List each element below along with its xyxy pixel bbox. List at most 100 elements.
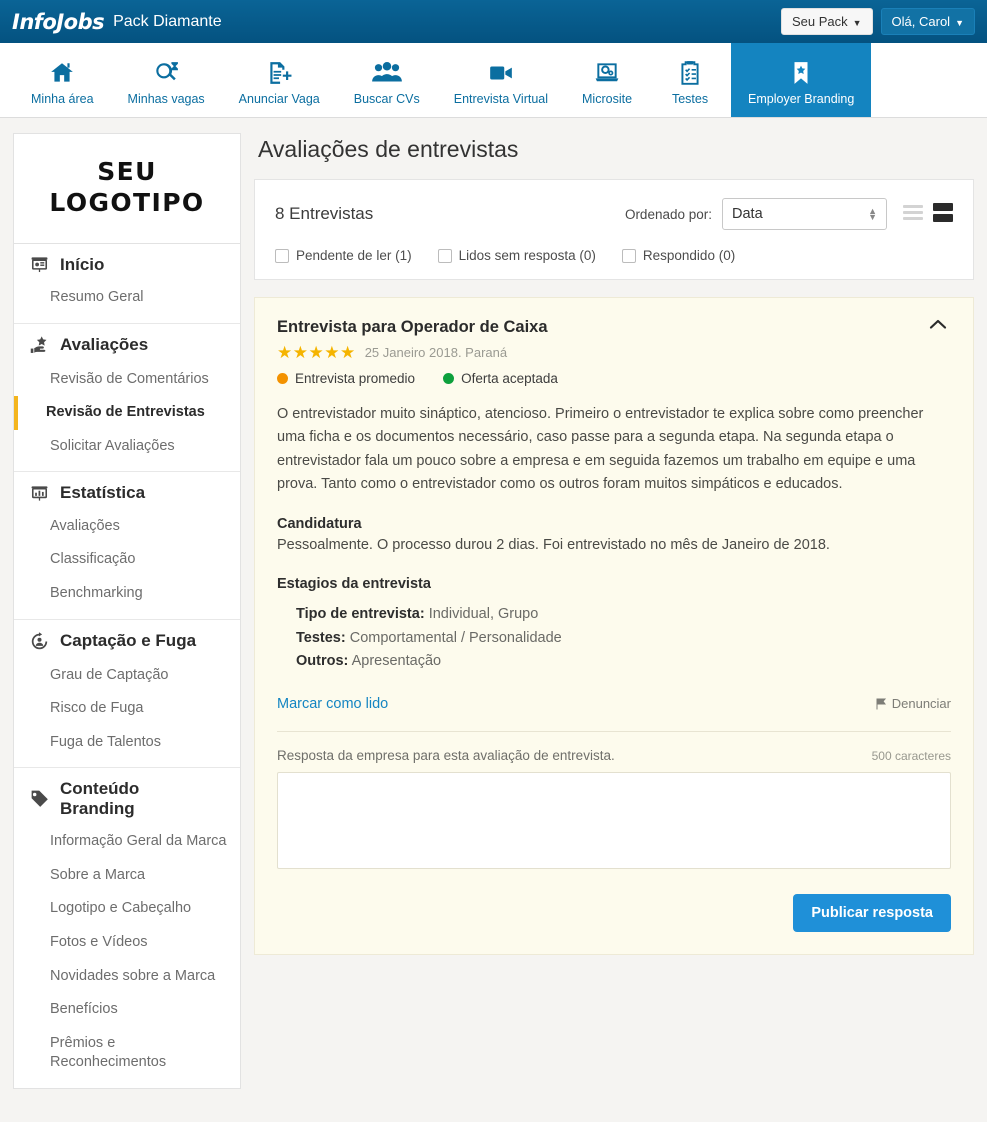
- list-view-icon[interactable]: [903, 205, 923, 223]
- sidebar-group-header-avaliacoes[interactable]: Avaliações: [14, 324, 240, 363]
- sidebar-item-revisao-comentarios[interactable]: Revisão de Comentários: [14, 363, 240, 397]
- interview-count: 8 Entrevistas: [275, 204, 374, 223]
- review-body-text: O entrevistador muito sináptico, atencio…: [277, 406, 924, 493]
- nav-label: Anunciar Vaga: [238, 91, 320, 106]
- stage-key: Outros:: [296, 653, 349, 670]
- interview-review-card: Entrevista para Operador de Caixa ★★★★★ …: [254, 297, 974, 955]
- sidebar-group-header-estatistica[interactable]: Estatística: [14, 472, 240, 510]
- card-view-icon[interactable]: [933, 203, 953, 225]
- nav-item-anunciar-vaga[interactable]: Anunciar Vaga: [222, 43, 337, 117]
- status-dot-green-icon: [443, 373, 455, 384]
- filter-respondido[interactable]: Respondido (0): [621, 248, 735, 263]
- nav-item-buscar-cvs[interactable]: Buscar CVs: [337, 43, 437, 117]
- hand-star-icon: [28, 335, 50, 356]
- sidebar-group-avaliacoes: Avaliações Revisão de Comentários Revisã…: [14, 324, 240, 473]
- nav-item-minhas-vagas[interactable]: Minhas vagas: [111, 43, 222, 117]
- stages-list: Tipo de entrevista: Individual, Grupo Te…: [277, 603, 951, 673]
- stage-value: Comportamental / Personalidade: [349, 629, 562, 646]
- filter-lidos-sem-resposta[interactable]: Lidos sem resposta (0): [437, 248, 596, 263]
- candidatura-text: Pessoalmente. O processo durou 2 dias. F…: [277, 536, 830, 553]
- section-divider: [277, 730, 951, 732]
- presentation-icon: [28, 255, 50, 274]
- chevron-up-icon[interactable]: [925, 318, 951, 334]
- sidebar-item-fotos-videos[interactable]: Fotos e Vídeos: [14, 926, 240, 960]
- video-camera-icon: [485, 57, 517, 89]
- nav-item-minha-area[interactable]: Minha área: [14, 43, 111, 117]
- sidebar-group-header-conteudo-branding[interactable]: Conteúdo Branding: [14, 768, 240, 825]
- sidebar-item-logotipo-cabecalho[interactable]: Logotipo e Cabeçalho: [14, 892, 240, 926]
- stage-key: Tipo de entrevista:: [296, 606, 425, 623]
- toolbar-row-primary: 8 Entrevistas Ordenado por: Data ▲ ▼: [275, 198, 953, 230]
- mark-as-read-link[interactable]: Marcar como lido: [277, 696, 388, 712]
- sidebar-item-benchmarking[interactable]: Benchmarking: [14, 577, 240, 611]
- search-jobs-icon: [151, 57, 181, 89]
- checkbox-icon[interactable]: [621, 248, 636, 263]
- tag-label: Entrevista promedio: [295, 371, 416, 386]
- nav-item-employer-branding[interactable]: Employer Branding: [731, 43, 872, 117]
- report-button[interactable]: Denunciar: [876, 696, 951, 711]
- sidebar-item-beneficios[interactable]: Benefícios: [14, 993, 240, 1027]
- sidebar-item-revisao-entrevistas[interactable]: Revisão de Entrevistas: [14, 396, 240, 430]
- sidebar-item-resumo-geral[interactable]: Resumo Geral: [14, 281, 240, 315]
- sort-select[interactable]: Data ▲ ▼: [722, 198, 887, 230]
- filter-pendente-de-ler[interactable]: Pendente de ler (1): [275, 248, 412, 263]
- chevron-down-icon: ▼: [852, 17, 862, 28]
- sidebar-group-estatistica: Estatística Avaliações Classificação Ben…: [14, 472, 240, 620]
- checkbox-icon[interactable]: [437, 248, 452, 263]
- sidebar-item-fuga-talentos[interactable]: Fuga de Talentos: [14, 726, 240, 760]
- sidebar-item-grau-captacao[interactable]: Grau de Captação: [14, 659, 240, 693]
- reply-header: Resposta da empresa para esta avaliação …: [277, 748, 951, 763]
- page-title: Avaliações de entrevistas: [258, 136, 519, 162]
- reply-textarea[interactable]: [277, 771, 951, 869]
- report-label: Denunciar: [891, 696, 951, 712]
- review-date-location: 25 Janeiro 2018. Paraná: [364, 345, 508, 360]
- char-limit-label: 500 caracteres: [871, 748, 951, 763]
- sidebar-item-solicitar-avaliacoes[interactable]: Solicitar Avaliações: [14, 430, 240, 464]
- logo-line-1: SEU: [97, 157, 157, 186]
- seu-pack-button[interactable]: Seu Pack ▼: [780, 8, 873, 35]
- flag-icon: [876, 698, 886, 710]
- sidebar-item-novidades-marca[interactable]: Novidades sobre a Marca: [14, 960, 240, 994]
- reply-label: Resposta da empresa para esta avaliação …: [277, 747, 615, 763]
- nav-label: Microsite: [582, 91, 633, 106]
- stepper-icon[interactable]: ▲ ▼: [868, 207, 877, 222]
- sidebar-item-risco-fuga[interactable]: Risco de Fuga: [14, 692, 240, 726]
- tag-oferta-aceptada: Oferta aceptada: [443, 371, 558, 386]
- nav-label: Employer Branding: [748, 91, 855, 106]
- sidebar-group-label: Estatística: [60, 483, 146, 503]
- stage-key: Testes:: [296, 629, 346, 646]
- nav-label: Minha área: [31, 91, 94, 106]
- sidebar-item-informacao-geral-marca[interactable]: Informação Geral da Marca: [14, 825, 240, 859]
- review-actions: Marcar como lido Denunciar: [277, 696, 951, 712]
- sidebar-item-premios-reconhecimentos[interactable]: Prêmios e Reconhecimentos: [14, 1027, 240, 1080]
- filter-toolbar-panel: 8 Entrevistas Ordenado por: Data ▲ ▼ Pen…: [254, 179, 974, 280]
- sidebar-group-header-captacao-fuga[interactable]: Captação e Fuga: [14, 620, 240, 659]
- pack-title: Pack Diamante: [113, 12, 222, 30]
- logo-line-2: LOGOTIPO: [49, 188, 205, 218]
- bookmark-star-icon: [788, 57, 814, 89]
- sidebar-item-avaliacoes[interactable]: Avaliações: [14, 510, 240, 544]
- sidebar-group-label: Avaliações: [60, 335, 149, 355]
- laptop-gear-icon: [591, 57, 623, 89]
- user-menu-button[interactable]: Olá, Carol ▼: [880, 8, 975, 35]
- review-title: Entrevista para Operador de Caixa: [277, 318, 548, 336]
- sidebar-group-header-inicio[interactable]: Início: [14, 244, 240, 282]
- nav-item-testes[interactable]: Testes: [649, 43, 731, 117]
- sort-controls: Ordenado por: Data ▲ ▼: [625, 198, 953, 230]
- nav-label: Entrevista Virtual: [453, 91, 549, 106]
- nav-item-entrevista-virtual[interactable]: Entrevista Virtual: [437, 43, 565, 117]
- candidatura-heading: Candidatura: [277, 515, 362, 532]
- nav-label: Buscar CVs: [353, 91, 420, 106]
- user-refresh-icon: [28, 631, 50, 652]
- checkbox-icon[interactable]: [275, 248, 289, 263]
- sidebar-item-sobre-marca[interactable]: Sobre a Marca: [14, 859, 240, 893]
- top-bar: InfoJobs Pack Diamante Seu Pack ▼ Olá, Ca…: [0, 0, 987, 43]
- stage-row: Tipo de entrevista: Individual, Grupo: [296, 603, 951, 626]
- nav-item-microsite[interactable]: Microsite: [565, 43, 649, 117]
- publish-reply-button[interactable]: Publicar resposta: [793, 893, 951, 932]
- sidebar-item-classificacao[interactable]: Classificação: [14, 543, 240, 577]
- main-navigation: Minha área Minhas vagas Anunciar Vaga Bu…: [0, 43, 987, 118]
- filter-label: Pendente de ler (1): [296, 248, 412, 263]
- infojobs-logo: InfoJobs: [12, 9, 105, 34]
